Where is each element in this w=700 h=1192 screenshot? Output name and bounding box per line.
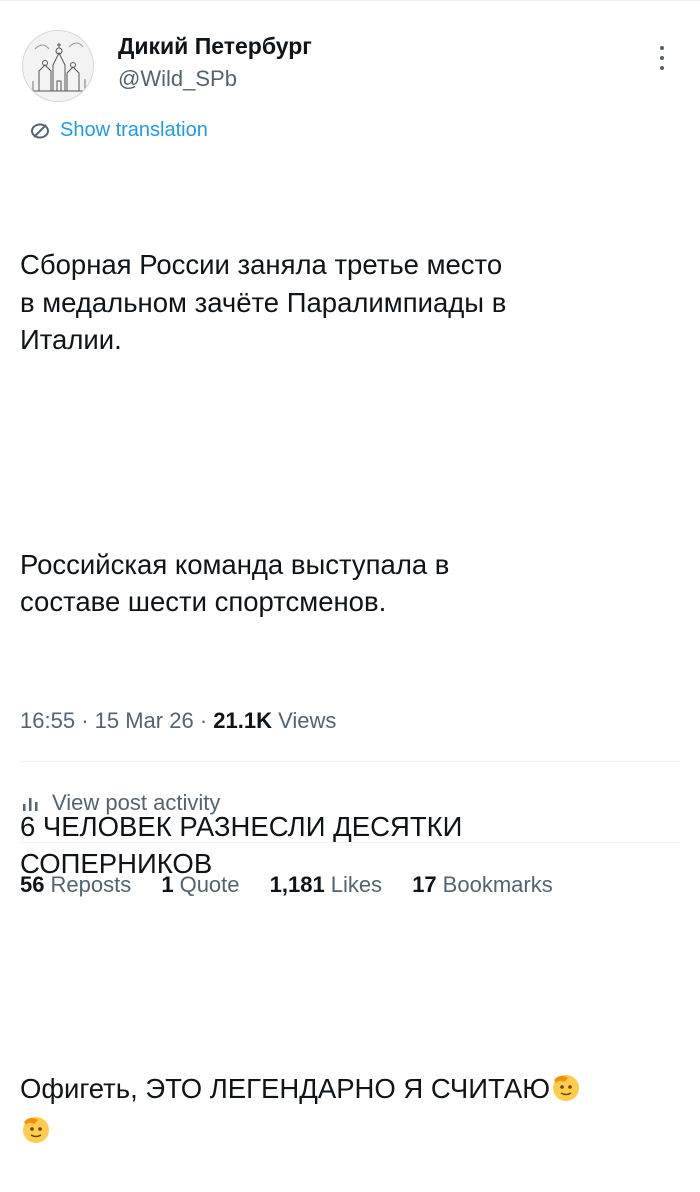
saluting-face-emoji-icon <box>20 1113 52 1155</box>
view-post-activity-link[interactable]: View post activity <box>22 790 220 816</box>
tweet-paragraph-last: Офигеть, ЭТО ЛЕГЕНДАРНО Я СЧИТАЮ <box>20 1070 680 1155</box>
bookmarks-label: Bookmarks <box>442 872 553 897</box>
tweet-paragraph: Российская команда выступала в составе ш… <box>20 548 450 618</box>
bookmarks-count: 17 <box>412 872 437 897</box>
tweet-date[interactable]: 15 Mar 26 <box>95 708 194 733</box>
tweet-meta: 16:55 · 15 Mar 26 · 21.1K Views <box>20 708 336 734</box>
analytics-icon <box>23 798 38 811</box>
reposts-label: Reposts <box>50 872 132 897</box>
tweet-text: Сборная России заняла третье место в мед… <box>20 171 680 1192</box>
bookmarks-stat[interactable]: 17 Bookmarks <box>412 872 553 898</box>
engagement-stats: 56 Reposts 1 Quote 1,181 Likes 17 Bookmarks <box>20 872 577 898</box>
quotes-label: Quote <box>179 872 240 897</box>
tweet-paragraph-text: Офигеть, ЭТО ЛЕГЕНДАРНО Я СЧИТАЮ <box>20 1072 550 1104</box>
likes-label: Likes <box>330 872 383 897</box>
show-translation-label: Show translation <box>60 119 208 141</box>
likes-count: 1,181 <box>269 872 325 897</box>
quotes-count: 1 <box>161 872 174 897</box>
handle[interactable]: @Wild_SPb <box>118 66 237 92</box>
meta-separator: · <box>199 708 214 733</box>
reposts-count: 56 <box>20 872 45 897</box>
avatar[interactable] <box>22 30 94 102</box>
saluting-face-emoji-icon <box>550 1071 582 1113</box>
cathedral-illustration <box>23 31 93 101</box>
view-post-activity-label: View post activity <box>52 790 221 815</box>
show-translation-link[interactable]: Show translation <box>30 119 208 142</box>
more-options-icon[interactable] <box>652 44 672 72</box>
divider <box>20 842 680 843</box>
likes-stat[interactable]: 1,181 Likes <box>270 872 382 898</box>
divider <box>20 761 680 762</box>
tweet-paragraph: Сборная России заняла третье место в мед… <box>20 249 507 355</box>
reposts-stat[interactable]: 56 Reposts <box>20 872 131 898</box>
views-label: Views <box>278 708 337 733</box>
display-name[interactable]: Дикий Петербург <box>118 33 312 60</box>
quotes-stat[interactable]: 1 Quote <box>161 872 239 898</box>
tweet-time[interactable]: 16:55 <box>20 708 75 733</box>
meta-separator: · <box>81 708 95 733</box>
views-count: 21.1K <box>213 708 272 733</box>
top-divider <box>0 0 700 1</box>
translate-icon <box>31 123 49 138</box>
